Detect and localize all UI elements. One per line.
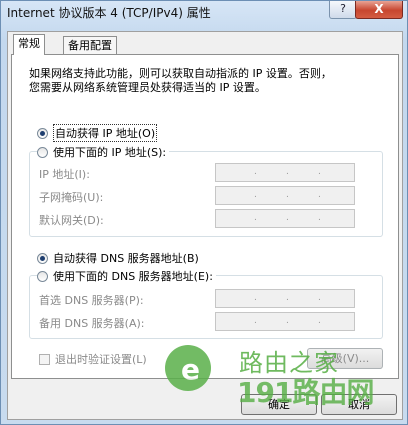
- title-bar[interactable]: Internet 协议版本 4 (TCP/IPv4) 属性 ? X: [1, 1, 407, 23]
- ip-auto-radio-row[interactable]: 自动获得 IP 地址(O): [37, 124, 158, 142]
- dns-manual-radio-row[interactable]: 使用下面的 DNS 服务器地址(E):: [37, 268, 216, 284]
- default-gateway-label: 默认网关(D):: [39, 214, 104, 227]
- ip-address-field[interactable]: ...: [215, 163, 355, 182]
- description-text: 如果网络支持此功能，则可以获取自动指派的 IP 设置。否则， 您需要从网络系统管…: [29, 67, 379, 95]
- default-gateway-field[interactable]: ...: [215, 209, 355, 228]
- dns-manual-radio[interactable]: [37, 270, 48, 282]
- validate-on-exit-checkbox[interactable]: [39, 353, 50, 365]
- preferred-dns-dot-2: .: [286, 293, 289, 303]
- validate-on-exit-label: 退出时验证设置(L): [55, 353, 147, 366]
- ip-address-label: IP 地址(I):: [39, 168, 90, 181]
- validate-on-exit-row[interactable]: 退出时验证设置(L): [39, 351, 147, 367]
- alternate-dns-dot-1: .: [254, 316, 257, 326]
- preferred-dns-label: 首选 DNS 服务器(P):: [39, 294, 144, 307]
- default-gateway-dot-3: .: [318, 213, 321, 223]
- dialog-window: Internet 协议版本 4 (TCP/IPv4) 属性 ? X 常规 备用配…: [0, 0, 408, 425]
- preferred-dns-field[interactable]: ...: [215, 289, 355, 308]
- default-gateway-dot-2: .: [286, 213, 289, 223]
- ip-auto-label: 自动获得 IP 地址(O): [53, 124, 158, 142]
- ip-manual-radio[interactable]: [37, 146, 48, 158]
- subnet-mask-dot-1: .: [254, 190, 257, 200]
- dns-manual-label: 使用下面的 DNS 服务器地址(E):: [53, 270, 213, 283]
- dns-auto-radio-row[interactable]: 自动获得 DNS 服务器地址(B): [37, 250, 199, 266]
- subnet-mask-field[interactable]: ...: [215, 186, 355, 205]
- default-gateway-dot-1: .: [254, 213, 257, 223]
- dns-auto-radio[interactable]: [37, 252, 48, 264]
- description-line-2: 您需要从网络系统管理员处获得适当的 IP 设置。: [29, 81, 266, 94]
- subnet-mask-label: 子网掩码(U):: [39, 191, 104, 204]
- subnet-mask-dot-2: .: [286, 190, 289, 200]
- ip-manual-radio-row[interactable]: 使用下面的 IP 地址(S):: [37, 144, 170, 160]
- preferred-dns-dot-1: .: [254, 293, 257, 303]
- alternate-dns-dot-3: .: [318, 316, 321, 326]
- ip-address-dot-3: .: [318, 167, 321, 177]
- tab-general[interactable]: 常规: [13, 34, 45, 55]
- close-button[interactable]: X: [355, 1, 403, 19]
- window-title: Internet 协议版本 4 (TCP/IPv4) 属性: [7, 6, 211, 20]
- alternate-dns-label: 备用 DNS 服务器(A):: [39, 317, 145, 330]
- ip-manual-label: 使用下面的 IP 地址(S):: [53, 146, 167, 159]
- description-line-1: 如果网络支持此功能，则可以获取自动指派的 IP 设置。否则，: [29, 67, 332, 80]
- ip-address-dot-2: .: [286, 167, 289, 177]
- cancel-button[interactable]: 取消: [321, 394, 397, 415]
- alternate-dns-dot-2: .: [286, 316, 289, 326]
- subnet-mask-dot-3: .: [318, 190, 321, 200]
- tab-alternate-config[interactable]: 备用配置: [63, 36, 117, 54]
- alternate-dns-field[interactable]: ...: [215, 312, 355, 331]
- ok-button[interactable]: 确定: [241, 394, 317, 415]
- help-button[interactable]: ?: [329, 1, 357, 19]
- advanced-button[interactable]: 高级(V)...: [307, 348, 383, 369]
- preferred-dns-dot-3: .: [318, 293, 321, 303]
- dns-auto-label: 自动获得 DNS 服务器地址(B): [53, 252, 199, 265]
- ip-address-dot-1: .: [254, 167, 257, 177]
- ip-auto-radio[interactable]: [37, 127, 48, 139]
